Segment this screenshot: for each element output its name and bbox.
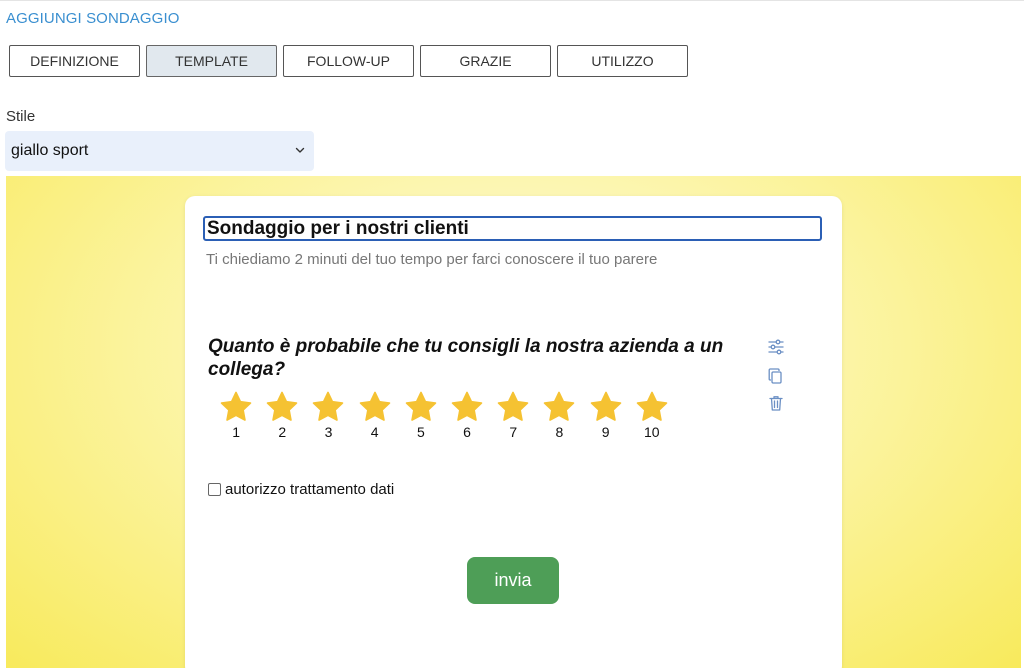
rating-star-3[interactable]: 3: [305, 390, 351, 440]
tab-utilizzo[interactable]: UTILIZZO: [557, 45, 688, 77]
rating-value: 9: [601, 424, 610, 440]
tab-template[interactable]: TEMPLATE: [146, 45, 277, 77]
rating-star-9[interactable]: 9: [583, 390, 629, 440]
top-border: [0, 0, 1024, 1]
star-icon: [405, 391, 437, 421]
star-icon: [266, 391, 298, 421]
rating-star-1[interactable]: 1: [213, 390, 259, 440]
rating-scale: 1 2 3 4 5 6 7 8 9 10: [213, 390, 675, 440]
copy-icon[interactable]: [767, 367, 785, 385]
tab-grazie[interactable]: GRAZIE: [420, 45, 551, 77]
consent-label: autorizzo trattamento dati: [225, 481, 395, 498]
rating-value: 8: [555, 424, 564, 440]
rating-value: 1: [232, 424, 240, 440]
star-icon: [451, 391, 483, 421]
style-select-value: giallo sport: [11, 142, 89, 159]
star-icon: [590, 391, 621, 421]
star-icon: [497, 391, 529, 421]
rating-star-8[interactable]: 8: [536, 390, 582, 440]
consent-row: autorizzo trattamento dati: [208, 481, 394, 498]
survey-subtitle: Ti chiediamo 2 minuti del tuo tempo per …: [206, 251, 658, 268]
trash-icon[interactable]: [767, 394, 785, 412]
page-title: AGGIUNGI SONDAGGIO: [6, 10, 180, 27]
chevron-down-icon: [295, 147, 305, 153]
question-text: Quanto è probabile che tu consigli la no…: [208, 336, 724, 380]
star-icon: [313, 391, 344, 421]
rating-star-5[interactable]: 5: [398, 390, 444, 440]
survey-title-input[interactable]: Sondaggio per i nostri clienti: [203, 216, 822, 241]
rating-value: 7: [509, 424, 518, 440]
style-select[interactable]: giallo sport: [5, 131, 314, 171]
rating-star-6[interactable]: 6: [444, 390, 490, 440]
rating-value: 10: [643, 424, 660, 440]
submit-button[interactable]: invia: [467, 557, 559, 604]
rating-value: 6: [463, 424, 471, 440]
tab-follow-up[interactable]: FOLLOW-UP: [283, 45, 414, 77]
rating-value: 3: [324, 424, 333, 440]
rating-star-2[interactable]: 2: [259, 390, 305, 440]
rating-star-4[interactable]: 4: [352, 390, 398, 440]
rating-star-7[interactable]: 7: [490, 390, 536, 440]
rating-star-10[interactable]: 10: [629, 390, 675, 440]
star-icon: [544, 391, 575, 421]
tab-bar: DEFINIZIONE TEMPLATE FOLLOW-UP GRAZIE UT…: [9, 45, 688, 77]
tab-definizione[interactable]: DEFINIZIONE: [9, 45, 140, 77]
rating-value: 5: [416, 424, 425, 440]
consent-checkbox[interactable]: [208, 483, 221, 496]
style-label: Stile: [6, 108, 36, 125]
rating-value: 4: [370, 424, 379, 440]
star-icon: [220, 391, 252, 421]
star-icon: [636, 391, 668, 421]
sliders-icon[interactable]: [767, 338, 785, 356]
rating-value: 2: [278, 424, 287, 440]
star-icon: [359, 391, 390, 421]
